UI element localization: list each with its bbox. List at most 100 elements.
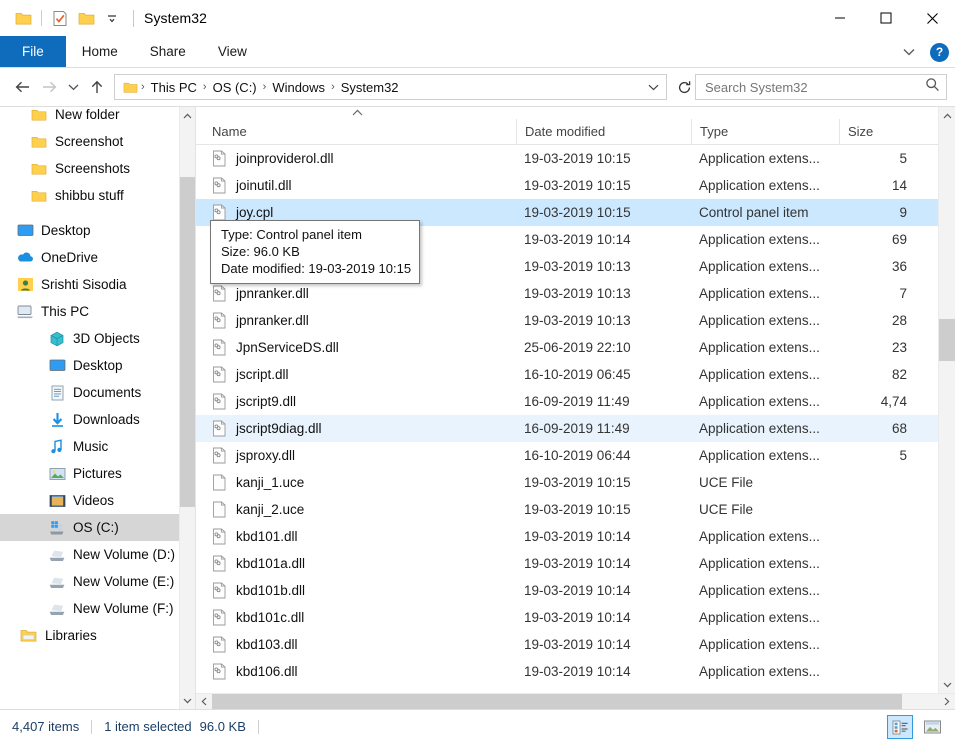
table-row[interactable]: joinproviderol.dll 19-03-2019 10:15 Applic… [196,145,955,172]
sidebar-item-label: Videos [73,493,115,508]
column-header-type[interactable]: Type [691,119,839,144]
cell-name: joy.cpl [204,204,516,222]
dll-file-icon [212,663,228,681]
breadcrumb-item-this-pc[interactable]: This PC [146,80,202,95]
up-button[interactable] [84,74,110,100]
tab-file[interactable]: File [0,36,66,67]
table-row[interactable]: jsproxy.dll 16-10-2019 06:44 Application e… [196,442,955,469]
search-box[interactable] [695,74,947,100]
chevron-down-icon[interactable] [898,41,920,63]
sidebar-item-shibbu-stuff[interactable]: shibbu stuff [0,182,179,209]
sidebar-item-downloads[interactable]: Downloads [0,406,179,433]
file-list-horizontal-scrollbar[interactable] [196,693,955,710]
sidebar-item-srishti-sisodia[interactable]: Srishti Sisodia [0,271,179,298]
file-list-pane: Name Date modified Type Size joinprovide… [196,107,955,710]
folder-icon[interactable] [10,5,36,31]
table-row[interactable]: jscript9.dll 16-09-2019 11:49 Application … [196,388,955,415]
sidebar-item-pictures[interactable]: Pictures [0,460,179,487]
sidebar-item-new-folder[interactable]: New folder [0,107,179,128]
nav-scroll-up-icon[interactable] [180,107,195,124]
table-row[interactable]: kbd101.dll 19-03-2019 10:14 Application ex… [196,523,955,550]
table-row[interactable]: kbd103.dll 19-03-2019 10:14 Application ex… [196,631,955,658]
back-button[interactable] [10,74,36,100]
search-icon[interactable] [925,77,940,97]
table-row[interactable]: JpnServiceDS.dll 25-06-2019 22:10 Applicat… [196,334,955,361]
window-controls [817,0,955,36]
sidebar-item-onedrive[interactable]: OneDrive [0,244,179,271]
horizontal-scroll-thumb[interactable] [212,693,902,710]
sidebar-item-new-volume-f[interactable]: New Volume (F:) [0,595,179,622]
breadcrumb-folder-icon[interactable] [121,81,140,94]
table-row[interactable]: kanji_2.uce 19-03-2019 10:15 UCE File [196,496,955,523]
table-row[interactable]: jpnranker.dll 19-03-2019 10:13 Application… [196,280,955,307]
properties-icon[interactable] [47,5,73,31]
forward-button[interactable] [36,74,62,100]
sidebar-item-desktop[interactable]: Desktop [0,352,179,379]
details-view-button[interactable] [887,715,913,739]
column-header-date-modified[interactable]: Date modified [516,119,691,144]
sidebar-item-music[interactable]: Music [0,433,179,460]
new-folder-icon[interactable] [73,5,99,31]
table-row[interactable]: jscript9diag.dll 16-09-2019 11:49 Applicat… [196,415,955,442]
sidebar-item-desktop-qa[interactable]: Desktop [0,217,179,244]
file-name: joinproviderol.dll [236,151,334,166]
sidebar-item-3d-objects[interactable]: 3D Objects [0,325,179,352]
sidebar-item-screenshots[interactable]: Screenshots [0,155,179,182]
search-input[interactable] [705,79,925,95]
breadcrumb[interactable]: › This PC › OS (C:) › Windows › System32 [114,74,667,100]
tab-share[interactable]: Share [134,36,202,67]
sidebar-item-videos[interactable]: Videos [0,487,179,514]
table-row[interactable]: kbd101a.dll 19-03-2019 10:14 Application e… [196,550,955,577]
column-header-name[interactable]: Name [204,119,516,144]
nav-scroll-down-icon[interactable] [180,692,195,709]
customize-dropdown-icon[interactable] [99,5,125,31]
sidebar-item-documents[interactable]: Documents [0,379,179,406]
list-scroll-thumb[interactable] [939,319,955,361]
refresh-icon[interactable] [673,80,695,95]
table-row[interactable]: kanji_1.uce 19-03-2019 10:15 UCE File [196,469,955,496]
table-row[interactable]: kbd101c.dll 19-03-2019 10:14 Application e… [196,604,955,631]
file-list-scrollbar[interactable] [938,107,955,693]
recent-locations-button[interactable] [62,74,84,100]
breadcrumb-item-windows[interactable]: Windows [267,80,330,95]
cell-name: kbd106.dll [204,663,516,681]
list-scroll-right-icon[interactable] [939,694,955,710]
navigation-scrollbar[interactable] [179,107,195,709]
sidebar-item-new-volume-d[interactable]: New Volume (D:) [0,541,179,568]
horizontal-scroll-track[interactable] [212,693,939,710]
tab-view[interactable]: View [202,36,263,67]
close-button[interactable] [909,0,955,36]
cell-type: Application extens... [699,421,820,436]
list-scroll-left-icon[interactable] [196,694,212,710]
table-row[interactable]: joinutil.dll 19-03-2019 10:15 Application … [196,172,955,199]
sidebar-item-this-pc[interactable]: This PC [0,298,179,325]
sidebar-item-screenshot[interactable]: Screenshot [0,128,179,155]
sidebar-item-libraries[interactable]: Libraries [0,622,179,649]
sidebar-item-new-volume-e[interactable]: New Volume (E:) [0,568,179,595]
cell-size: 9 [899,205,907,220]
nav-scroll-thumb[interactable] [180,177,195,507]
sidebar-item-label: Documents [73,385,142,400]
cell-date-modified: 19-03-2019 10:14 [524,637,631,652]
sort-ascending-icon [352,108,363,118]
minimize-button[interactable] [817,0,863,36]
breadcrumb-item-os-c[interactable]: OS (C:) [208,80,262,95]
cell-name: jpnranker.dll [204,312,516,330]
column-header-size[interactable]: Size [839,119,909,144]
table-row[interactable]: kbd101b.dll 19-03-2019 10:14 Application e… [196,577,955,604]
list-scroll-up-icon[interactable] [939,107,955,124]
cell-date-modified: 19-03-2019 10:15 [524,151,631,166]
blank-file-icon [212,501,228,519]
table-row[interactable]: jscript.dll 16-10-2019 06:45 Application e… [196,361,955,388]
breadcrumb-item-system32[interactable]: System32 [336,80,404,95]
list-scroll-down-icon[interactable] [939,676,955,693]
cell-name: kanji_1.uce [204,474,516,492]
large-icons-view-button[interactable] [919,715,945,739]
tab-home[interactable]: Home [66,36,134,67]
breadcrumb-dropdown-icon[interactable] [644,83,662,92]
maximize-button[interactable] [863,0,909,36]
sidebar-item-os-c[interactable]: OS (C:) [0,514,179,541]
table-row[interactable]: kbd106.dll 19-03-2019 10:14 Application ex… [196,658,955,685]
help-icon[interactable]: ? [930,42,949,62]
table-row[interactable]: jpnranker.dll 19-03-2019 10:13 Application… [196,307,955,334]
